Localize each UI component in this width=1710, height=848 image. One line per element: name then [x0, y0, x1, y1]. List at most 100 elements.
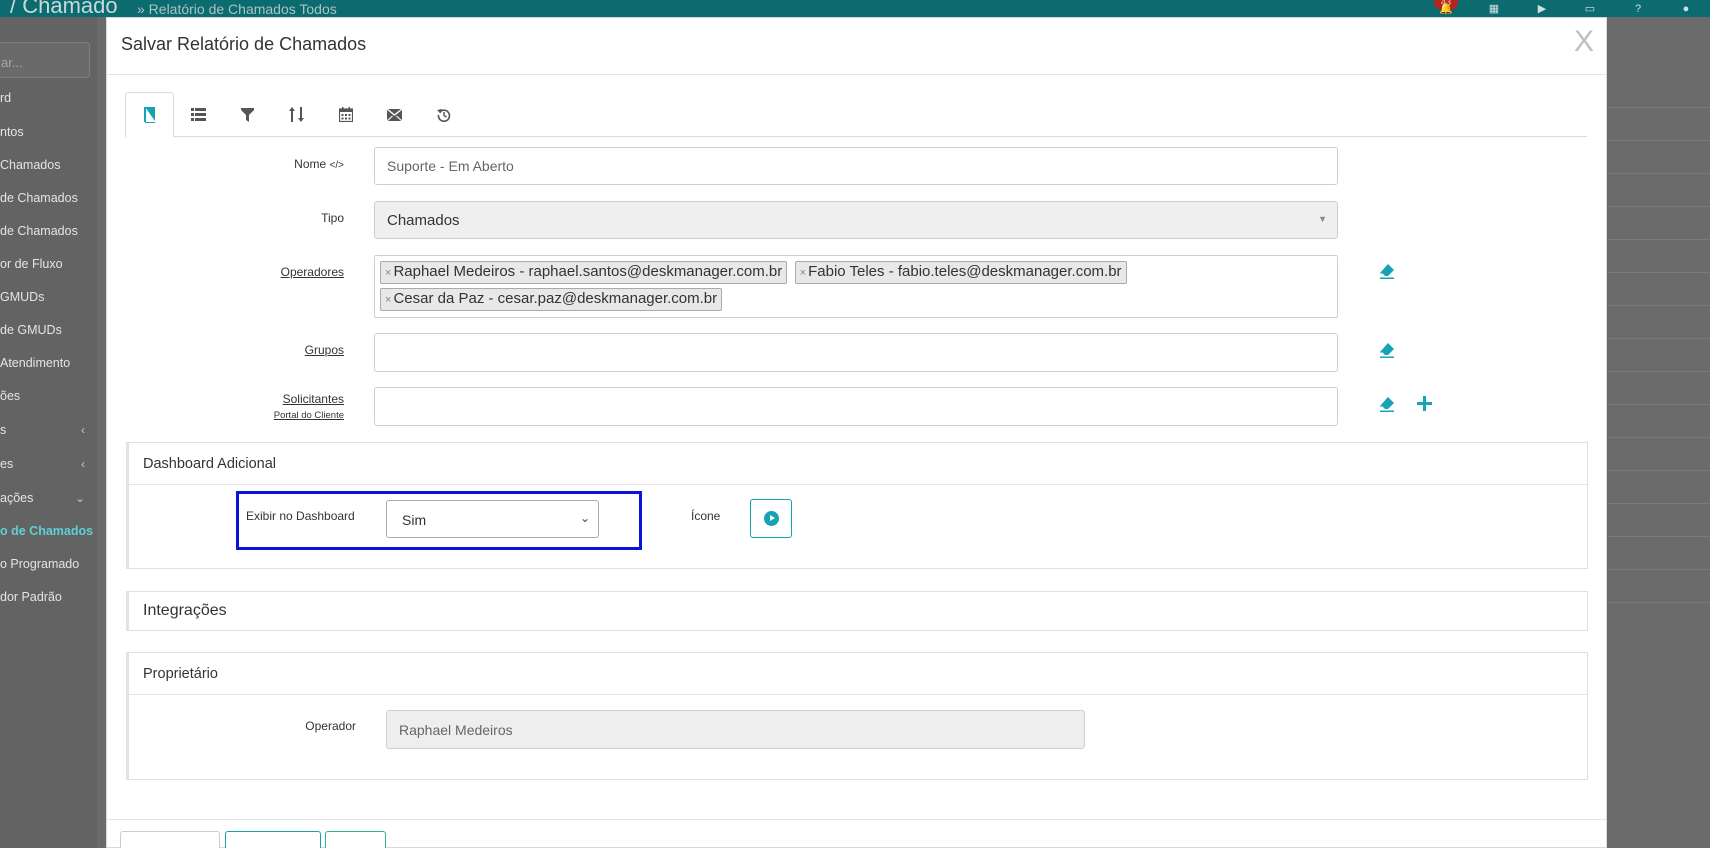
remove-tag-icon[interactable]: × — [800, 267, 806, 279]
sidebar-item[interactable]: de Chamados — [0, 191, 97, 205]
nome-label: Nome </> — [250, 157, 344, 171]
operador-input: Raphael Medeiros — [386, 710, 1085, 749]
sidebar-item-label: es — [0, 457, 14, 471]
history-icon — [436, 108, 450, 122]
sidebar-item[interactable]: s ‹ — [0, 423, 97, 437]
operadores-multiselect[interactable]: × Raphael Medeiros - raphael.santos@deskm… — [374, 255, 1338, 318]
tipo-label: Tipo — [321, 211, 344, 225]
sidebar-item[interactable]: rd — [0, 91, 97, 105]
help-icon[interactable]: ? — [1614, 3, 1662, 15]
grupos-label[interactable]: Grupos — [250, 343, 344, 357]
sidebar-item-label: de Chamados — [0, 224, 78, 238]
tab-filters[interactable] — [223, 92, 272, 137]
sidebar-item-label: de GMUDs — [0, 323, 62, 337]
envelope-icon — [387, 108, 402, 121]
operator-tag: × Cesar da Paz - cesar.paz@deskmanager.co… — [380, 288, 723, 311]
caret-down-icon: ▼ — [1318, 214, 1327, 224]
nome-input[interactable]: Suporte - Em Aberto — [374, 147, 1338, 185]
calendar-icon — [338, 107, 353, 122]
solicitantes-sublabel: Portal do Cliente — [273, 410, 344, 421]
solicitantes-label[interactable]: Solicitantes Portal do Cliente — [244, 392, 344, 421]
sidebar-search-input[interactable]: ar... — [0, 42, 90, 78]
close-button[interactable]: X — [1574, 25, 1594, 59]
sidebar-item-label: o Programado — [0, 557, 80, 571]
sidebar-item-label: ações — [0, 491, 34, 505]
sidebar-item[interactable]: de Chamados — [0, 224, 97, 238]
app-title: / Chamado — [10, 0, 118, 17]
eraser-icon[interactable] — [1379, 263, 1395, 284]
operator-tag: × Raphael Medeiros - raphael.santos@deskm… — [380, 261, 788, 284]
footer-button-ok[interactable] — [325, 831, 386, 848]
integracoes-panel[interactable]: Integrações — [126, 591, 1588, 631]
sidebar-item[interactable]: o Programado — [0, 557, 97, 571]
sidebar-item[interactable]: ações ⌄ — [0, 491, 97, 505]
sidebar-item[interactable]: ões — [0, 389, 97, 403]
sidebar-item-label: Chamados — [0, 158, 61, 172]
sidebar-item[interactable]: dor Padrão — [0, 590, 97, 604]
grupos-input[interactable] — [374, 333, 1338, 372]
filter-icon — [241, 107, 254, 122]
background-table — [1608, 17, 1710, 848]
user-icon[interactable]: ● — [1662, 3, 1710, 15]
tipo-select[interactable]: Chamados ▼ — [374, 201, 1338, 239]
icon-picker-button[interactable] — [750, 499, 792, 538]
tab-history[interactable] — [419, 92, 468, 137]
eraser-icon[interactable] — [1379, 342, 1395, 363]
sidebar-item-label: de Chamados — [0, 191, 78, 205]
footer-button-cancel[interactable] — [120, 831, 220, 848]
sidebar-item[interactable]: ntos — [0, 125, 97, 139]
modal-footer-divider — [107, 819, 1606, 820]
monitor-icon[interactable]: ▭ — [1566, 2, 1614, 15]
tab-general[interactable] — [125, 92, 174, 138]
modal-title: Salvar Relatório de Chamados — [121, 34, 367, 54]
modal-header: Salvar Relatório de Chamados X — [107, 18, 1606, 75]
solicitantes-input[interactable] — [374, 387, 1338, 426]
list-icon — [191, 108, 206, 121]
sidebar-item-label: or de Fluxo — [0, 257, 63, 271]
sidebar-item-label: Atendimento — [0, 356, 71, 370]
sidebar-item[interactable]: or de Fluxo — [0, 257, 97, 271]
operator-tag-label: Cesar da Paz - cesar.paz@deskmanager.com… — [393, 290, 718, 307]
sidebar-item[interactable]: es ‹ — [0, 457, 97, 471]
plus-icon[interactable] — [1417, 396, 1432, 416]
operator-tag: × Fabio Teles - fabio.teles@deskmanager.c… — [794, 261, 1127, 284]
proprietario-panel-title: Proprietário — [129, 653, 1587, 695]
play-icon[interactable]: ▶ — [1518, 2, 1566, 15]
tab-email[interactable] — [370, 92, 419, 137]
exibir-dashboard-label: Exibir no Dashboard — [246, 509, 355, 523]
chevron-left-icon: ‹ — [81, 457, 85, 471]
operador-label: Operador — [305, 719, 356, 733]
operator-tag-label: Fabio Teles - fabio.teles@deskmanager.co… — [808, 263, 1122, 280]
sidebar-item-label: s — [0, 423, 7, 437]
operadores-label[interactable]: Operadores — [250, 265, 344, 279]
modal-tabs — [125, 92, 1587, 138]
code-icon: </> — [329, 160, 344, 171]
play-circle-icon — [763, 511, 779, 526]
sidebar: ar... rd ntos Chamados de Chamados de Ch… — [0, 17, 97, 848]
sidebar-item-label: GMUDs — [0, 290, 45, 304]
exibir-dashboard-select[interactable]: Sim ⌄ — [386, 500, 599, 538]
sidebar-item-label: ões — [0, 389, 21, 403]
sidebar-item[interactable]: Chamados — [0, 158, 97, 172]
sidebar-item-label: dor Padrão — [0, 590, 62, 604]
exibir-dashboard-value: Sim — [402, 512, 427, 528]
tab-schedule[interactable] — [321, 92, 370, 137]
sidebar-item[interactable]: de GMUDs — [0, 323, 97, 337]
remove-tag-icon[interactable]: × — [385, 294, 391, 306]
sidebar-item-active[interactable]: o de Chamados — [0, 524, 97, 538]
breadcrumb: » Relatório de Chamados Todos — [137, 1, 337, 17]
bell-icon[interactable]: 🔔 — [1422, 2, 1470, 15]
sidebar-item[interactable]: Atendimento — [0, 356, 97, 370]
sidebar-item[interactable]: GMUDs — [0, 290, 97, 304]
chevron-down-icon: ⌄ — [74, 491, 85, 505]
tab-columns[interactable] — [174, 92, 223, 137]
grid-icon[interactable]: ▦ — [1470, 2, 1518, 15]
remove-tag-icon[interactable]: × — [385, 267, 391, 279]
nome-label-text: Nome — [294, 157, 327, 171]
icone-label: Ícone — [691, 509, 721, 523]
operator-tag-label: Raphael Medeiros - raphael.santos@deskma… — [393, 263, 783, 280]
eraser-icon[interactable] — [1379, 396, 1395, 417]
footer-button-save[interactable] — [225, 831, 321, 848]
tab-sorting[interactable] — [272, 92, 321, 137]
top-bar: / Chamado » Relatório de Chamados Todos … — [0, 0, 1710, 17]
